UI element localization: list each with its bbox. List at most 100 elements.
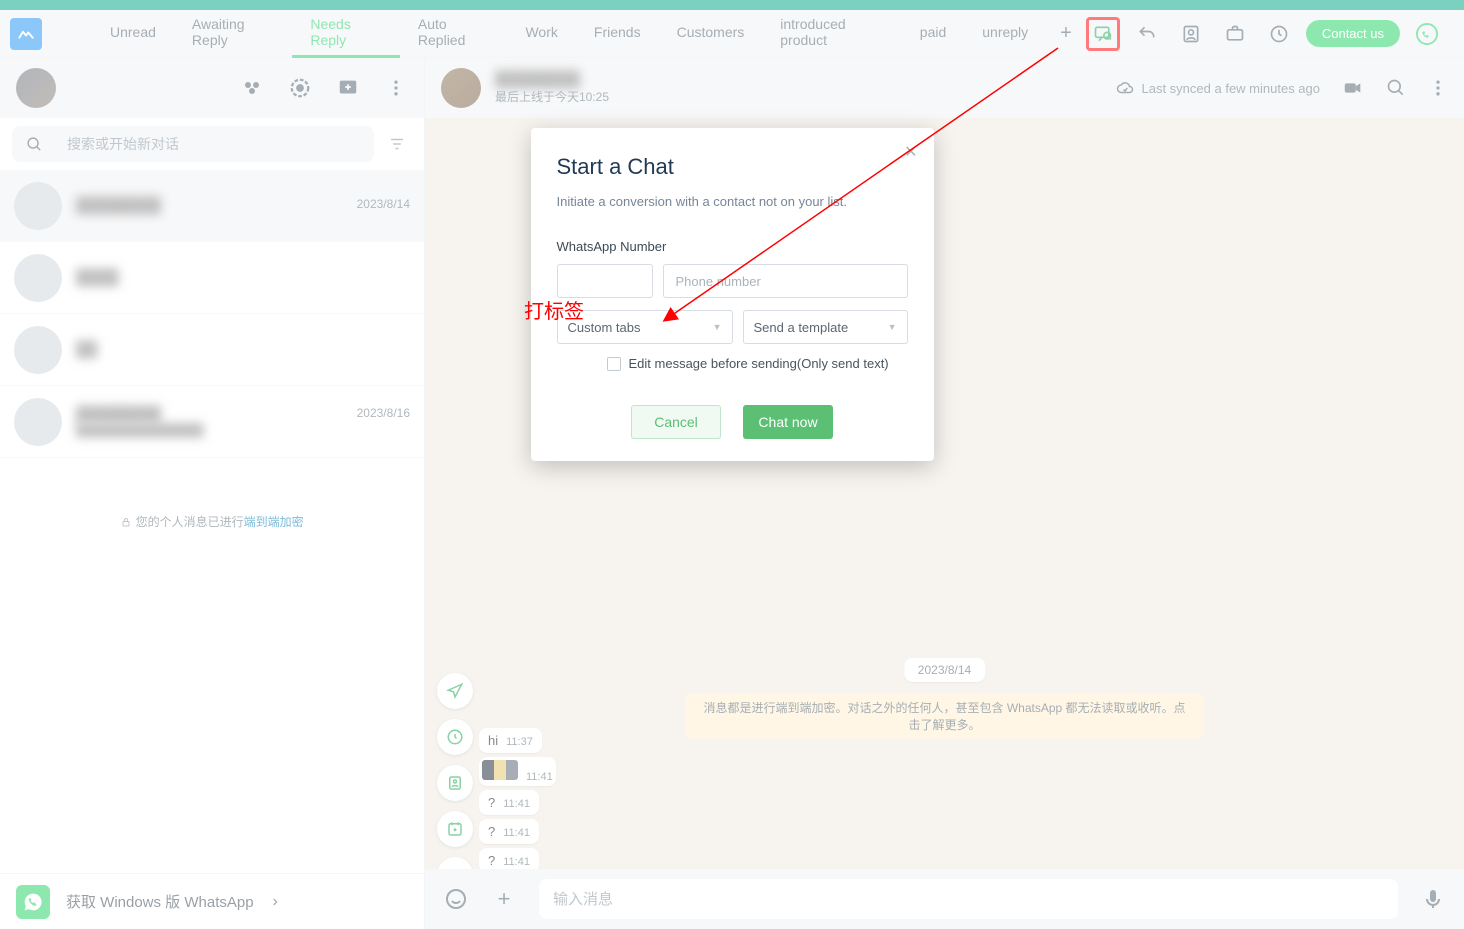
chat-menu-icon[interactable] — [1428, 78, 1448, 98]
cancel-button[interactable]: Cancel — [631, 405, 721, 439]
mic-icon[interactable] — [1420, 886, 1446, 912]
chat-item-name: ██ — [76, 341, 97, 358]
send-template-label: Send a template — [754, 320, 849, 335]
message-text: ? — [488, 853, 495, 868]
country-code-select[interactable] — [557, 264, 653, 298]
menu-dots-icon[interactable] — [384, 76, 408, 100]
edit-before-send-label: Edit message before sending(Only send te… — [629, 356, 889, 371]
chat-list-item[interactable]: ████ — [0, 242, 424, 314]
emoji-icon[interactable] — [443, 886, 469, 912]
chat-list-item[interactable]: ██ — [0, 314, 424, 386]
message-time: 11:37 — [506, 736, 533, 748]
modal-subtitle: Initiate a conversion with a contact not… — [557, 194, 908, 209]
side-schedule-icon[interactable] — [437, 719, 473, 755]
compose-bar: + — [425, 869, 1464, 929]
contact-card-icon[interactable] — [1174, 17, 1208, 51]
top-stripe — [0, 0, 1464, 10]
message-bubble[interactable]: 11:41 — [479, 757, 556, 786]
encryption-link[interactable]: 端到端加密 — [244, 515, 304, 529]
search-row — [0, 118, 424, 170]
left-header — [0, 58, 424, 118]
tab-paid[interactable]: paid — [902, 10, 964, 58]
message-bubble[interactable]: ? 11:41 — [479, 790, 539, 815]
message-text: hi — [488, 733, 498, 748]
sync-status: Last synced a few minutes ago — [1116, 79, 1321, 97]
message-bubbles: hi11:3711:41?11:41?11:41?11:41 — [479, 728, 556, 869]
left-panel: ████████2023/8/14███████████████████████… — [0, 58, 425, 929]
start-chat-icon[interactable] — [1086, 17, 1120, 51]
chat-item-avatar — [14, 398, 62, 446]
chat-item-avatar — [14, 254, 62, 302]
filter-icon[interactable] — [382, 129, 412, 159]
search-in-chat-icon[interactable] — [1386, 78, 1406, 98]
encryption-text: 您的个人消息已进行 — [136, 515, 244, 529]
search-box[interactable] — [12, 126, 374, 162]
message-time: 11:41 — [526, 771, 553, 783]
my-avatar[interactable] — [16, 68, 56, 108]
tab-awaiting-reply[interactable]: Awaiting Reply — [174, 10, 292, 58]
chat-now-button[interactable]: Chat now — [743, 405, 833, 439]
phone-number-input[interactable] — [663, 264, 908, 298]
message-text: ? — [488, 795, 495, 810]
chat-item-name: ████ — [76, 269, 119, 286]
side-send-icon[interactable] — [437, 673, 473, 709]
chat-item-name: ████████ — [76, 406, 204, 423]
side-contact-icon[interactable] — [437, 765, 473, 801]
clock-icon[interactable] — [1262, 17, 1296, 51]
edit-before-send-row[interactable]: Edit message before sending(Only send te… — [607, 356, 908, 371]
message-text: ? — [488, 824, 495, 839]
custom-tabs-select[interactable]: Custom tabs ▼ — [557, 310, 733, 344]
checkbox-icon[interactable] — [607, 357, 621, 371]
start-chat-modal: ✕ Start a Chat Initiate a conversion wit… — [531, 128, 934, 461]
chat-list-item[interactable]: ███████████████████████2023/8/16 — [0, 386, 424, 458]
chat-list: ████████2023/8/14███████████████████████… — [0, 170, 424, 493]
chevron-down-icon: ▼ — [888, 322, 897, 332]
new-chat-icon[interactable] — [336, 76, 360, 100]
tab-unread[interactable]: Unread — [92, 10, 174, 58]
whatsapp-round-icon[interactable] — [1410, 17, 1444, 51]
message-time: 11:41 — [503, 856, 530, 868]
tabs-container: UnreadAwaiting ReplyNeeds ReplyAuto Repl… — [92, 10, 1046, 58]
tab-introduced-product[interactable]: introduced product — [762, 10, 902, 58]
attach-icon[interactable]: + — [491, 886, 517, 912]
status-icon[interactable] — [288, 76, 312, 100]
tab-friends[interactable]: Friends — [576, 10, 659, 58]
date-chip: 2023/8/14 — [904, 658, 985, 682]
tab-customers[interactable]: Customers — [659, 10, 763, 58]
side-folder-icon[interactable] — [437, 857, 473, 869]
message-time: 11:41 — [503, 798, 530, 810]
message-bubble[interactable]: ? 11:41 — [479, 848, 539, 869]
chat-last-seen: 最后上线于今天10:25 — [495, 88, 609, 105]
chat-item-avatar — [14, 326, 62, 374]
tab-needs-reply[interactable]: Needs Reply — [292, 10, 400, 58]
left-footer-text: 获取 Windows 版 WhatsApp — [66, 891, 254, 912]
custom-tabs-label: Custom tabs — [568, 320, 641, 335]
search-input[interactable] — [67, 136, 360, 152]
modal-title: Start a Chat — [557, 154, 908, 180]
briefcase-icon[interactable] — [1218, 17, 1252, 51]
chat-list-item[interactable]: ████████2023/8/14 — [0, 170, 424, 242]
video-call-icon[interactable] — [1342, 77, 1364, 99]
chevron-down-icon: ▼ — [713, 322, 722, 332]
chat-item-avatar — [14, 182, 62, 230]
security-banner[interactable]: 消息都是进行端到端加密。对话之外的任何人，甚至包含 WhatsApp 都无法读取… — [685, 693, 1205, 739]
send-template-select[interactable]: Send a template ▼ — [743, 310, 908, 344]
contact-us-button[interactable]: Contact us — [1306, 20, 1400, 47]
compose-input[interactable] — [539, 879, 1398, 919]
message-bubble[interactable]: hi 11:37 — [479, 728, 542, 753]
modal-close-icon[interactable]: ✕ — [898, 136, 923, 168]
tab-auto-replied[interactable]: Auto Replied — [400, 10, 508, 58]
top-tab-bar: UnreadAwaiting ReplyNeeds ReplyAuto Repl… — [0, 10, 1464, 58]
sync-text: Last synced a few minutes ago — [1142, 81, 1321, 96]
reply-icon[interactable] — [1130, 17, 1164, 51]
communities-icon[interactable] — [240, 76, 264, 100]
left-footer[interactable]: 获取 Windows 版 WhatsApp — [0, 873, 424, 929]
message-bubble[interactable]: ?11:41 — [479, 819, 539, 844]
tab-work[interactable]: Work — [507, 10, 575, 58]
add-tab-button[interactable]: + — [1046, 22, 1086, 45]
chat-item-name: ████████ — [76, 197, 161, 214]
side-calendar-icon[interactable] — [437, 811, 473, 847]
chat-avatar[interactable] — [441, 68, 481, 108]
tab-unreply[interactable]: unreply — [964, 10, 1046, 58]
app-logo-icon — [10, 18, 42, 50]
